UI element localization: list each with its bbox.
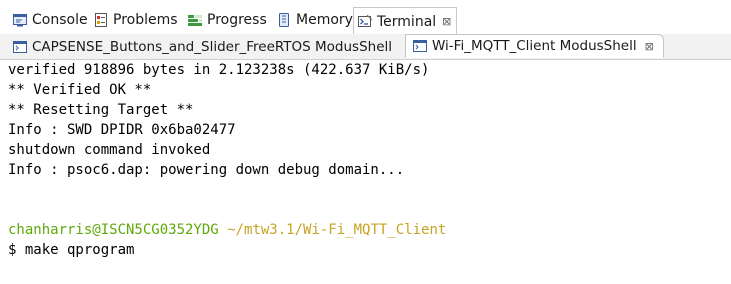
- terminal-line: Info : SWD DPIDR 0x6ba02477: [8, 122, 236, 138]
- tab-wifi-mqtt-shell[interactable]: Wi-Fi_MQTT_Client ModusShell ⊠: [405, 34, 664, 58]
- terminal-icon: [357, 14, 373, 30]
- shell-icon: [12, 40, 28, 54]
- terminal-line: Info : psoc6.dap: powering down debug do…: [8, 162, 405, 178]
- view-tab-bar: Console Problems Progress Memory Termina…: [0, 0, 731, 35]
- close-icon[interactable]: ⊠: [645, 40, 654, 53]
- tab-memory[interactable]: Memory: [276, 8, 353, 32]
- tab-console[interactable]: Console: [12, 8, 88, 32]
- tab-console-label: Console: [32, 12, 88, 28]
- tab-problems-label: Problems: [113, 12, 178, 28]
- tab-wifi-mqtt-shell-label: Wi-Fi_MQTT_Client ModusShell: [432, 38, 637, 54]
- problems-icon: [93, 12, 109, 28]
- tab-terminal-label: Terminal: [377, 13, 437, 30]
- tab-memory-label: Memory: [296, 12, 353, 28]
- tab-capsense-shell[interactable]: CAPSENSE_Buttons_and_Slider_FreeRTOS Mod…: [6, 35, 392, 58]
- progress-icon: [187, 12, 203, 28]
- terminal-line: ** Verified OK **: [8, 82, 152, 98]
- prompt-user: chanharris@ISCN5CG0352YDG: [8, 222, 219, 238]
- shell-icon: [412, 39, 428, 53]
- terminal-line: shutdown command invoked: [8, 142, 211, 158]
- terminal-tab-bar: CAPSENSE_Buttons_and_Slider_FreeRTOS Mod…: [0, 34, 731, 60]
- tab-capsense-shell-label: CAPSENSE_Buttons_and_Slider_FreeRTOS Mod…: [32, 38, 393, 55]
- command-line: $ make qprogram: [8, 242, 135, 258]
- tab-problems[interactable]: Problems: [93, 8, 178, 32]
- terminal-line: ** Resetting Target **: [8, 102, 194, 118]
- terminal-line: verified 918896 bytes in 2.123238s (422.…: [8, 62, 430, 78]
- prompt-line: chanharris@ISCN5CG0352YDG ~/mtw3.1/Wi-Fi…: [8, 220, 731, 240]
- memory-icon: [276, 12, 292, 28]
- terminal-output[interactable]: verified 918896 bytes in 2.123238s (422.…: [0, 60, 731, 284]
- tab-terminal[interactable]: Terminal ⊠: [353, 7, 458, 35]
- tab-progress[interactable]: Progress: [187, 8, 267, 32]
- console-icon: [12, 12, 28, 28]
- tab-progress-label: Progress: [207, 12, 267, 28]
- close-icon[interactable]: ⊠: [442, 15, 451, 28]
- prompt-path: ~/mtw3.1/Wi-Fi_MQTT_Client: [227, 222, 447, 238]
